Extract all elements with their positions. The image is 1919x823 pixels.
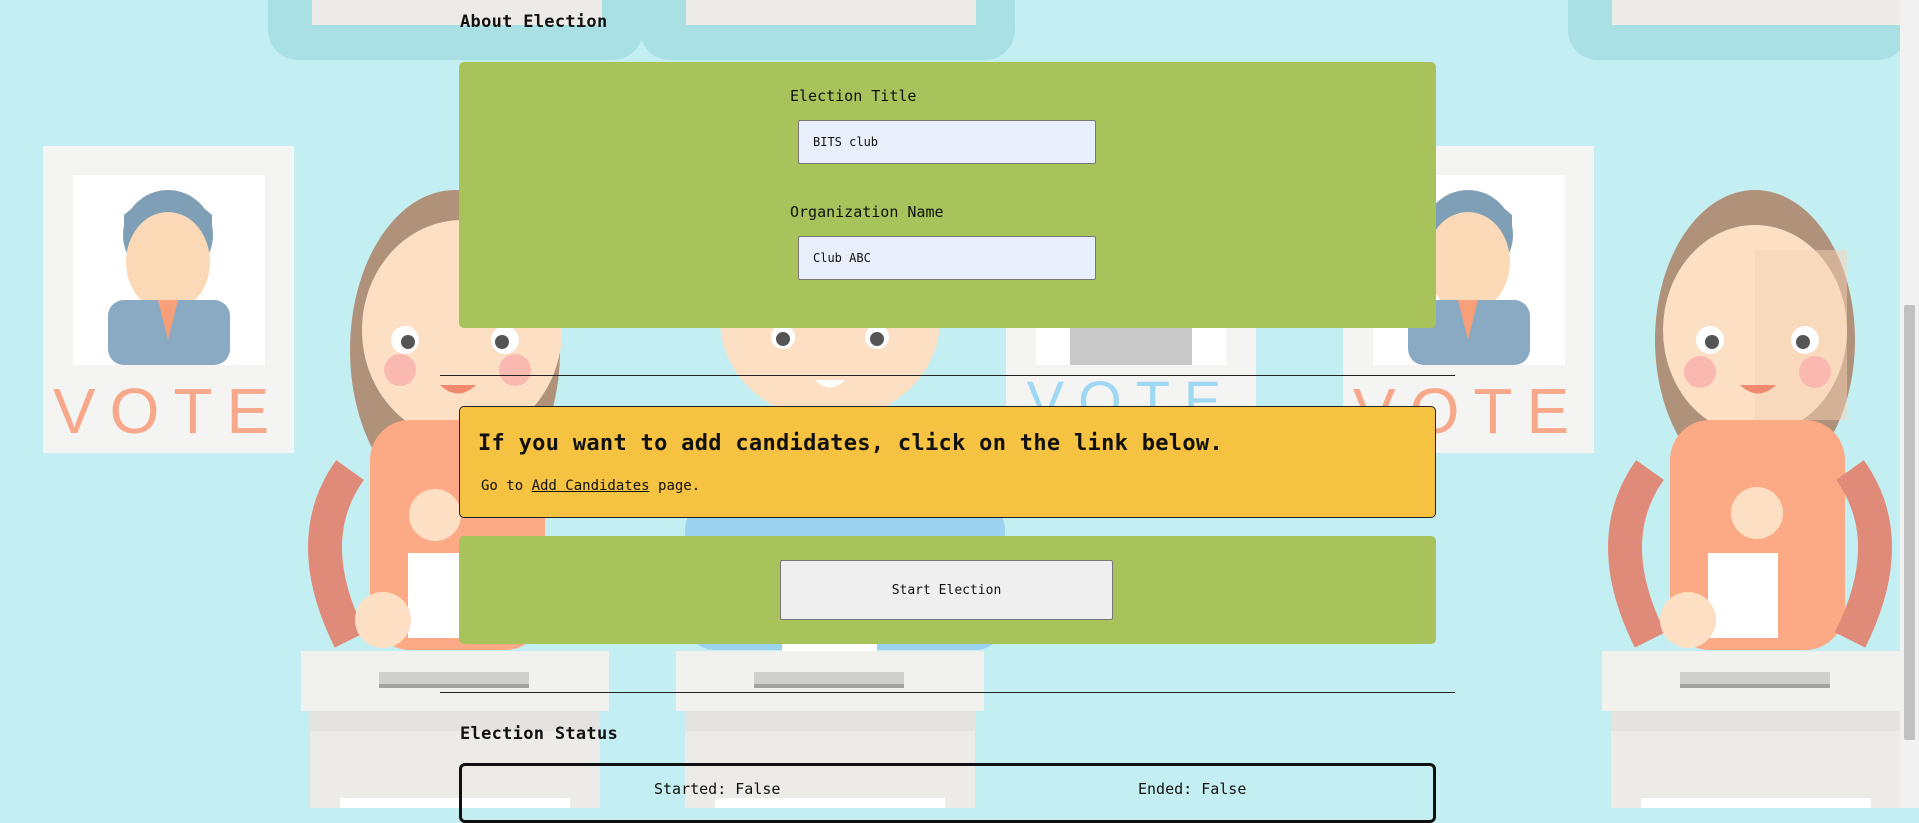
organization-name-label: Organization Name — [790, 203, 944, 221]
election-title-input[interactable] — [798, 120, 1096, 164]
election-status-heading: Election Status — [460, 724, 619, 744]
status-ended: Ended: False — [1138, 780, 1247, 798]
add-candidates-suffix: page. — [649, 478, 701, 494]
scrollbar-thumb[interactable] — [1904, 305, 1915, 740]
section-divider-2 — [440, 692, 1455, 693]
add-candidates-prefix: Go to — [481, 478, 532, 494]
add-candidates-text: Go to Add Candidates page. — [481, 478, 700, 494]
election-status-box: Started: False Ended: False — [459, 763, 1436, 823]
main-content: About Election Election Title Organizati… — [0, 0, 1900, 823]
status-started: Started: False — [654, 780, 781, 798]
add-candidates-heading: If you want to add candidates, click on … — [478, 431, 1223, 456]
add-candidates-link[interactable]: Add Candidates — [532, 478, 650, 494]
election-title-label: Election Title — [790, 87, 917, 105]
organization-name-input[interactable] — [798, 236, 1096, 280]
add-candidates-notice: If you want to add candidates, click on … — [459, 406, 1436, 518]
section-divider — [440, 375, 1455, 376]
start-election-card: Start Election — [459, 536, 1436, 644]
about-election-heading: About Election — [460, 12, 608, 32]
election-details-card: Election Title Organization Name — [459, 62, 1436, 328]
page-scrollbar[interactable] — [1900, 0, 1919, 808]
start-election-button[interactable]: Start Election — [780, 560, 1113, 620]
